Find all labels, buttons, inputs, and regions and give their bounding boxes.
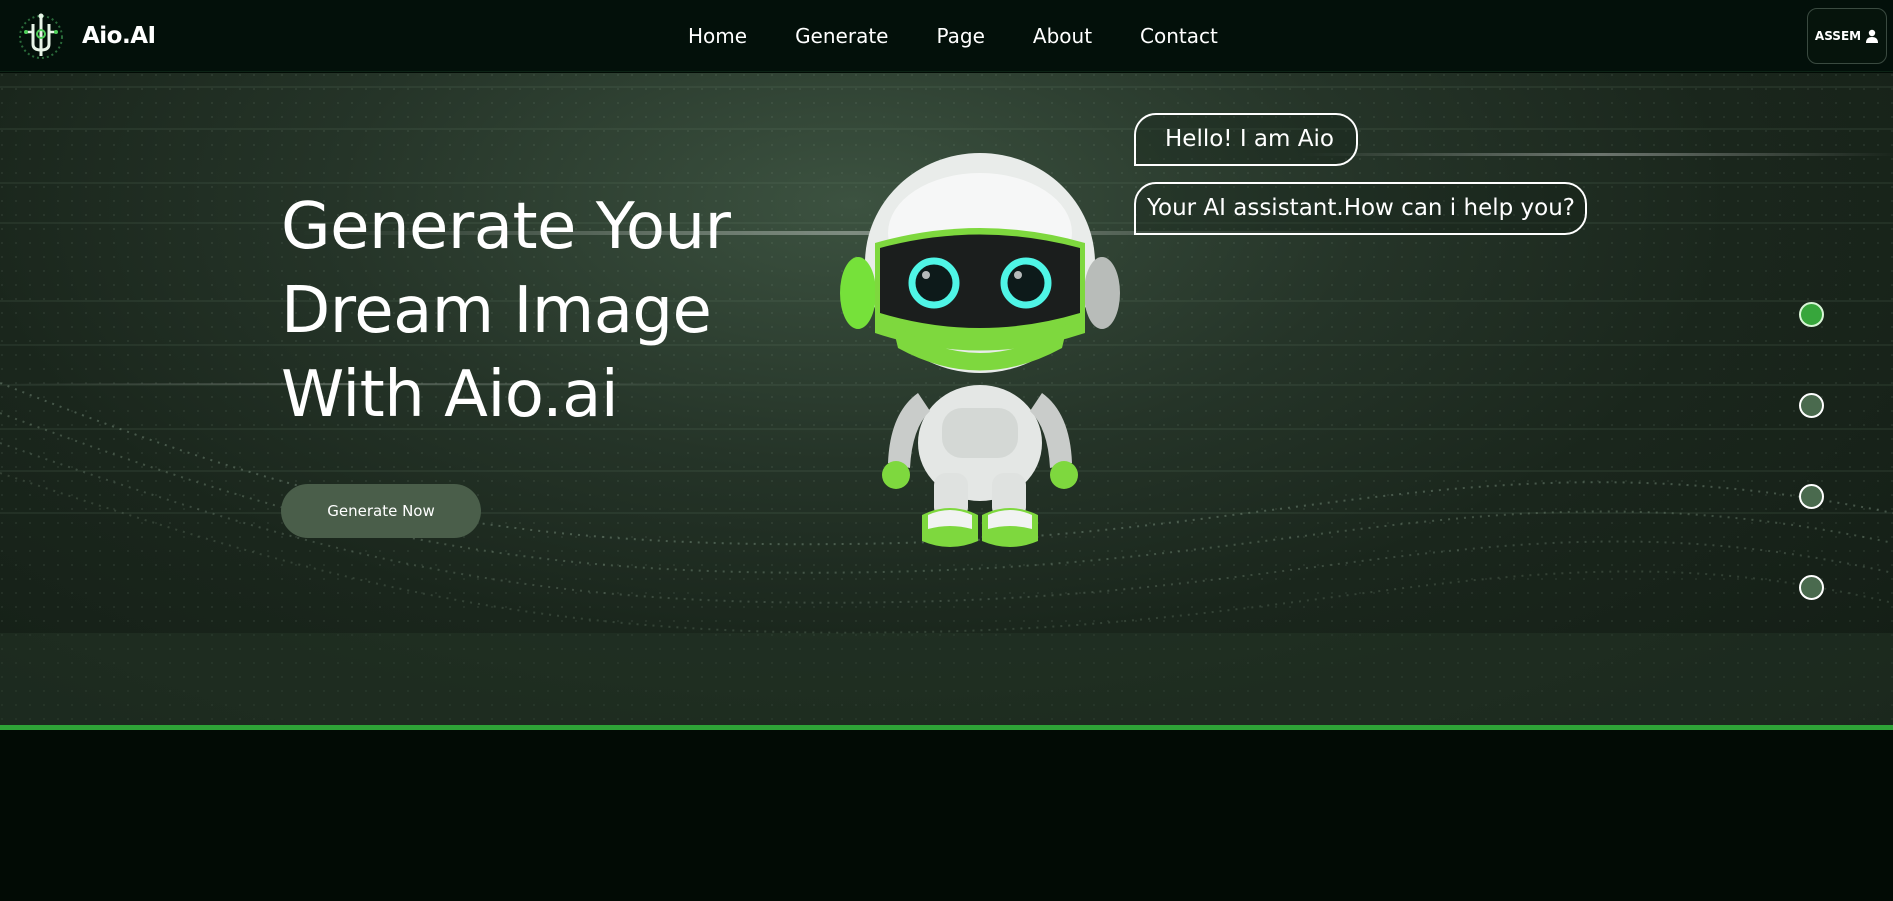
chip-logo-icon bbox=[19, 13, 63, 59]
brand-name: Aio.AI bbox=[82, 23, 156, 49]
brand[interactable]: Aio.AI bbox=[18, 10, 156, 62]
nav-link-contact[interactable]: Contact bbox=[1140, 22, 1218, 50]
nav-link-home[interactable]: Home bbox=[688, 22, 747, 50]
hero-title-line-3: With Aio.ai bbox=[281, 358, 619, 432]
slider-dot-4[interactable] bbox=[1799, 575, 1824, 600]
nav-link-generate[interactable]: Generate bbox=[795, 22, 888, 50]
hero-accent-line bbox=[0, 725, 1893, 730]
slider-dot-1[interactable] bbox=[1799, 302, 1824, 327]
user-icon bbox=[1866, 29, 1879, 43]
slider-dot-2[interactable] bbox=[1799, 393, 1824, 418]
hero-title-line-1: Generate Your bbox=[281, 190, 731, 264]
account-label: ASSEM bbox=[1814, 29, 1862, 43]
robot-illustration bbox=[840, 153, 1120, 547]
hero-section: Generate Your Dream Image With Aio.ai Ge… bbox=[0, 73, 1893, 726]
nav-link-page[interactable]: Page bbox=[936, 22, 984, 50]
generate-now-button[interactable]: Generate Now bbox=[281, 484, 481, 538]
slider-dot-3[interactable] bbox=[1799, 484, 1824, 509]
account-button[interactable]: ASSEM bbox=[1807, 8, 1887, 64]
chat-bubble-greeting: Hello! I am Aio bbox=[1134, 113, 1358, 166]
hero-title-line-2: Dream Image bbox=[281, 274, 712, 348]
chat-bubble-assistant: Your AI assistant.How can i help you? bbox=[1134, 182, 1587, 235]
navbar: Aio.AI Home Generate Page About Contact … bbox=[0, 0, 1893, 72]
nav-link-about[interactable]: About bbox=[1033, 22, 1092, 50]
hero-title: Generate Your Dream Image With Aio.ai bbox=[281, 185, 731, 437]
main-nav: Home Generate Page About Contact bbox=[688, 22, 1266, 50]
